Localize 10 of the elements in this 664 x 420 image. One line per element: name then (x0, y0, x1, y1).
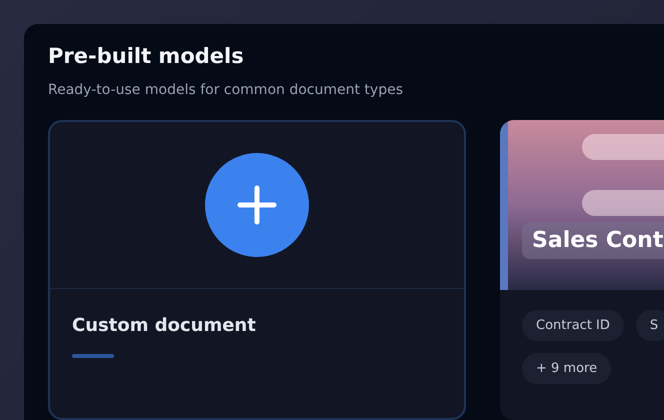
section-title: Pre-built models (48, 44, 245, 68)
field-chip: Contract ID (522, 310, 624, 341)
field-chip: S (636, 310, 664, 341)
card-title: Custom document (72, 315, 257, 336)
model-card[interactable]: Sales Cont Contract ID S + 9 more (500, 120, 664, 420)
accent-bar (72, 354, 114, 358)
section-subtitle: Ready-to-use models for common document types (48, 82, 404, 98)
card-title: Sales Cont (522, 222, 664, 259)
more-chip[interactable]: + 9 more (522, 353, 612, 384)
custom-document-card[interactable]: Custom document (48, 120, 466, 420)
